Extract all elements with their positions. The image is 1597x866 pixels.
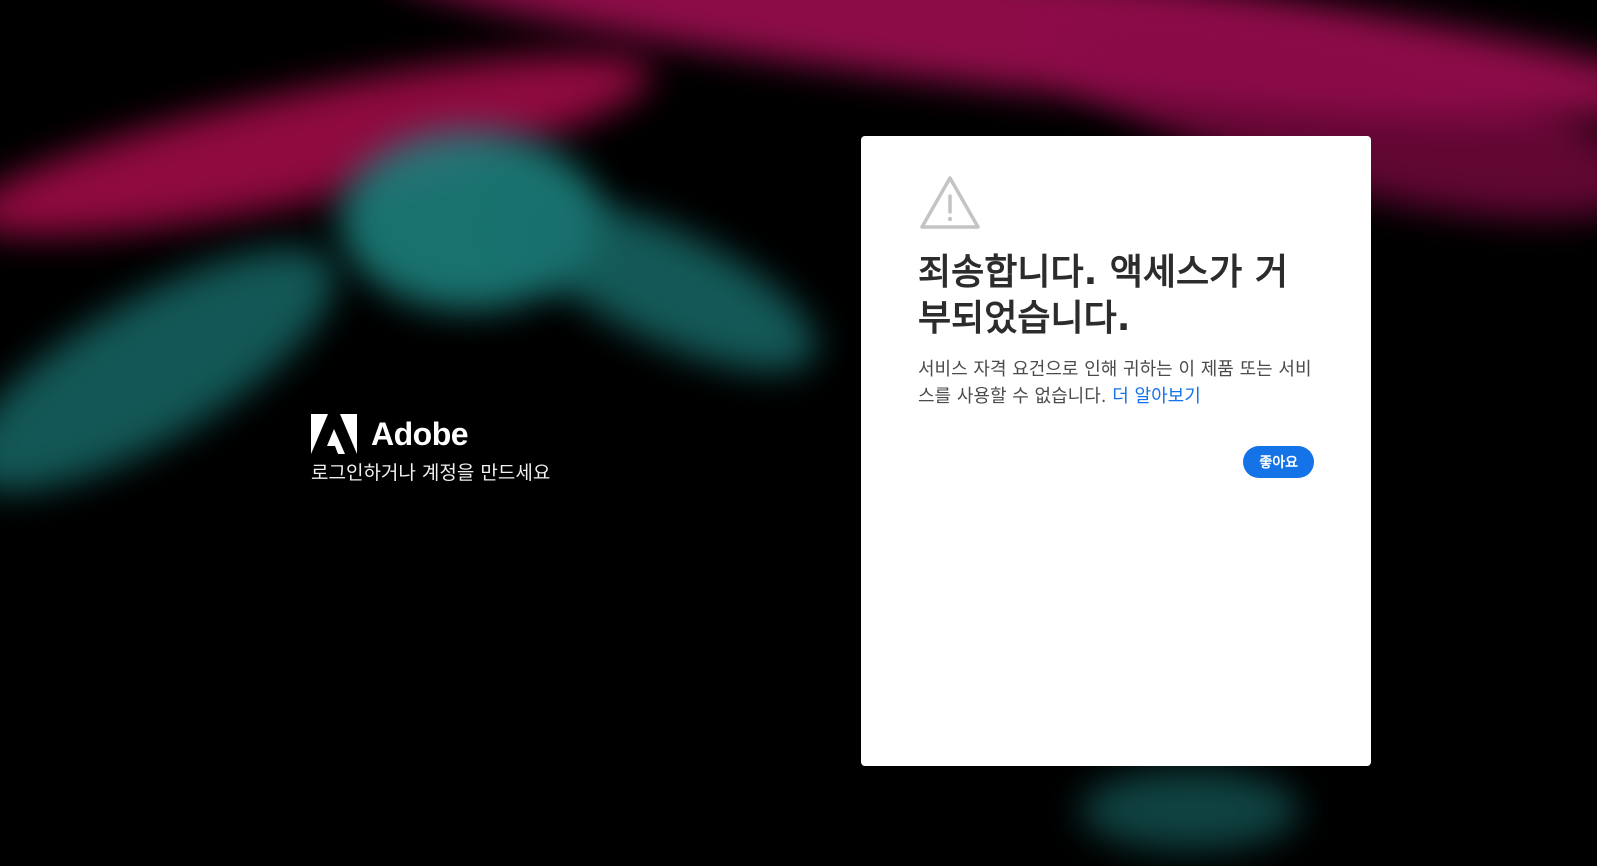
brand-name: Adobe [371, 415, 469, 452]
adobe-brand: Adobe 로그인하거나 계정을 만드세요 [311, 414, 550, 485]
brand-tagline: 로그인하거나 계정을 만드세요 [311, 462, 551, 484]
learn-more-link[interactable]: 더 알아보기 [1112, 386, 1201, 407]
warning-triangle-icon [920, 176, 980, 229]
ok-button[interactable]: 좋아요 [1243, 446, 1314, 478]
dialog-title: 죄송합니다. 액세스가 거부되었습니다. [918, 252, 1288, 339]
access-denied-dialog: 죄송합니다. 액세스가 거부되었습니다. 서비스 자격 요건으로 인해 귀하는 … [861, 136, 1371, 766]
dialog-message: 서비스 자격 요건으로 인해 귀하는 이 제품 또는 서비스를 사용할 수 없습… [918, 356, 1314, 410]
adobe-logo-icon [311, 414, 357, 454]
